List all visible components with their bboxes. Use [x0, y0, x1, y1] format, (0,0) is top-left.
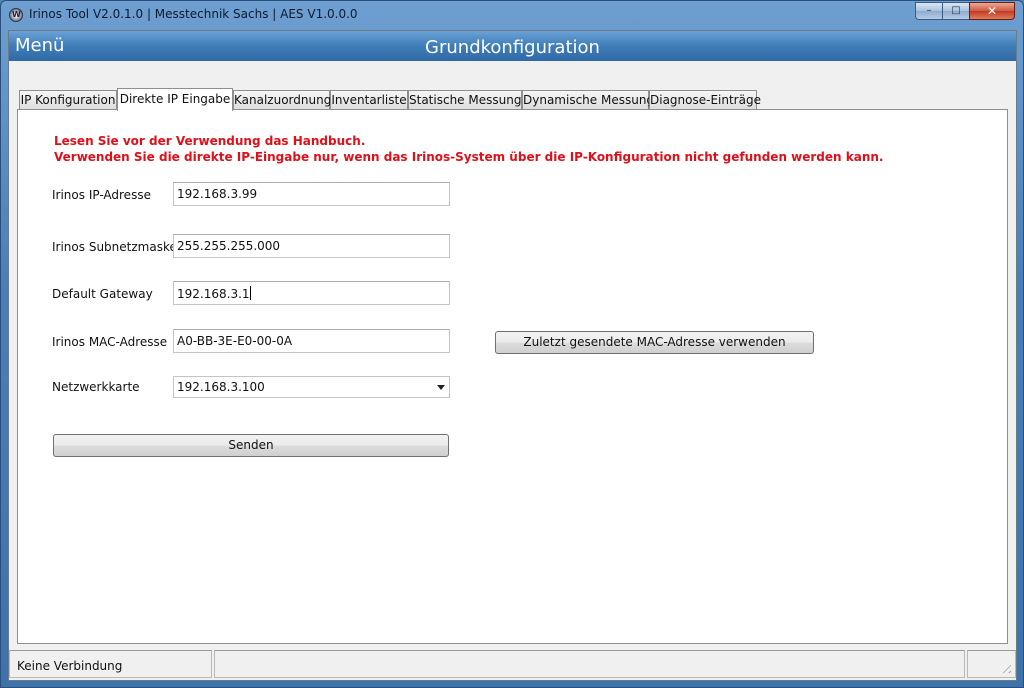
subnet-mask-label: Irinos Subnetzmaske [52, 240, 177, 254]
network-card-label: Netzwerkkarte [52, 380, 140, 394]
minimize-button[interactable]: – [915, 2, 943, 20]
mac-address-input[interactable]: A0-BB-3E-E0-00-0A [173, 329, 450, 353]
tab-panel-direkte-ip-eingabe: Lesen Sie vor der Verwendung das Handbuc… [17, 109, 1008, 644]
ip-address-label: Irinos IP-Adresse [52, 188, 151, 202]
resize-grip-icon[interactable] [999, 661, 1011, 673]
connection-status: Keine Verbindung [17, 659, 123, 673]
chevron-down-icon[interactable] [437, 385, 445, 390]
title-bar[interactable]: W Irinos Tool V2.0.1.0 | Messtechnik Sac… [1, 1, 1023, 29]
app-window: W Irinos Tool V2.0.1.0 | Messtechnik Sac… [0, 0, 1024, 688]
send-button[interactable]: Senden [53, 434, 449, 457]
subnet-mask-input[interactable]: 255.255.255.000 [173, 234, 450, 258]
network-card-value: 192.168.3.100 [177, 380, 265, 394]
header-banner: Menü Grundkonfiguration [9, 31, 1016, 61]
page-title: Grundkonfiguration [425, 37, 600, 58]
tab-ip-konfiguration[interactable]: IP Konfiguration [19, 90, 117, 110]
mac-address-label: Irinos MAC-Adresse [52, 335, 168, 349]
text-caret [249, 286, 251, 300]
status-bar: Keine Verbindung [9, 648, 1016, 680]
use-last-mac-button[interactable]: Zuletzt gesendete MAC-Adresse verwenden [495, 331, 814, 354]
status-cell-grip [967, 650, 1016, 678]
window-title: Irinos Tool V2.0.1.0 | Messtechnik Sachs… [29, 7, 358, 21]
tab-statische-messung[interactable]: Statische Messung [408, 90, 522, 110]
app-icon[interactable]: W [9, 8, 23, 22]
status-cell-connection: Keine Verbindung [9, 650, 212, 678]
tab-kanalzuordnung[interactable]: Kanalzuordnung [233, 90, 331, 110]
tab-inventarliste[interactable]: Inventarliste [330, 90, 408, 110]
status-cell-message [214, 650, 965, 678]
warning-line-2: Verwenden Sie die direkte IP-Eingabe nur… [54, 150, 884, 164]
maximize-button[interactable]: □ [942, 2, 970, 20]
client-area: Menü Grundkonfiguration IP Konfiguration… [8, 30, 1017, 681]
close-button[interactable]: ✕ [969, 2, 1015, 20]
tab-diagnose-eintraege[interactable]: Diagnose-Einträge [649, 90, 761, 110]
warning-line-1: Lesen Sie vor der Verwendung das Handbuc… [54, 134, 366, 148]
default-gateway-label: Default Gateway [52, 287, 153, 301]
tab-direkte-ip-eingabe[interactable]: Direkte IP Eingabe [117, 88, 233, 111]
network-card-select[interactable]: 192.168.3.100 [173, 376, 450, 398]
tab-dynamische-messung[interactable]: Dynamische Messung [522, 90, 654, 110]
default-gateway-input[interactable]: 192.168.3.1 [173, 281, 450, 305]
ip-address-input[interactable]: 192.168.3.99 [173, 182, 450, 206]
default-gateway-value: 192.168.3.1 [177, 287, 250, 301]
